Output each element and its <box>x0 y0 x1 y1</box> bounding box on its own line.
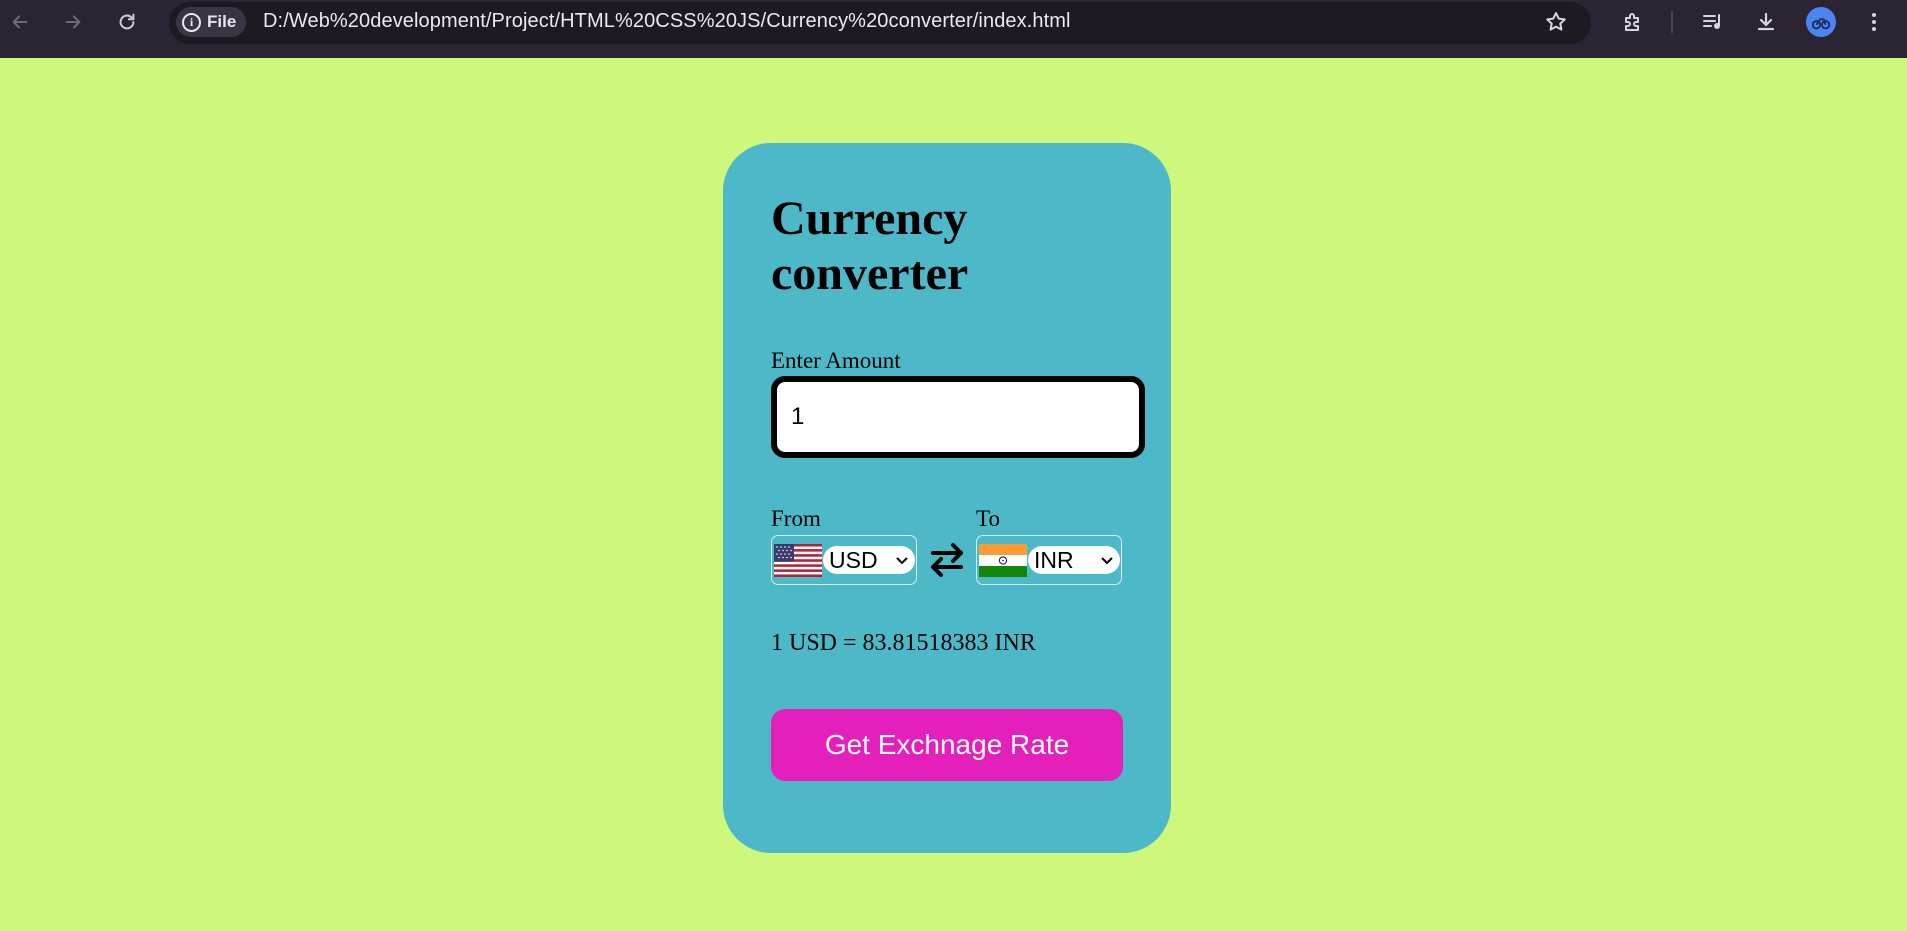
site-info-label: File <box>207 12 237 31</box>
url-text[interactable]: D:/Web%20development/Project/HTML%20CSS%… <box>263 10 1071 33</box>
exchange-rate-message: 1 USD = 83.81518383 INR <box>771 630 1036 656</box>
reload-icon[interactable] <box>111 6 143 38</box>
to-label: To <box>976 506 1000 531</box>
back-icon[interactable] <box>4 6 36 38</box>
extensions-icon[interactable] <box>1617 6 1649 38</box>
forward-icon[interactable] <box>57 6 89 38</box>
download-icon[interactable] <box>1750 6 1782 38</box>
site-info-chip[interactable]: i File <box>176 7 247 37</box>
india-flag-icon <box>979 543 1027 577</box>
from-label: From <box>771 506 821 531</box>
page-title: Currency converter <box>771 192 969 300</box>
info-icon: i <box>182 12 201 32</box>
media-queue-icon[interactable] <box>1696 6 1728 38</box>
from-currency-container: USD <box>771 535 917 585</box>
toolbar-separator <box>1671 11 1673 33</box>
browser-toolbar: i File D:/Web%20development/Project/HTML… <box>0 0 1907 58</box>
bookmark-star-icon[interactable] <box>1540 6 1572 38</box>
to-currency-value: INR <box>1034 546 1074 573</box>
profile-avatar[interactable] <box>1806 7 1836 37</box>
from-currency-value: USD <box>829 546 878 573</box>
amount-input[interactable] <box>771 376 1145 458</box>
get-exchange-rate-button[interactable]: Get Exchnage Rate <box>771 709 1123 781</box>
us-flag-icon <box>774 543 822 577</box>
chevron-down-icon <box>1101 557 1113 565</box>
from-currency-select[interactable]: USD <box>823 546 915 574</box>
converter-card: Currency converter Enter Amount From To … <box>723 143 1171 853</box>
chevron-down-icon <box>896 557 908 565</box>
to-currency-container: INR <box>976 535 1122 585</box>
swap-arrows-icon[interactable] <box>927 537 967 581</box>
to-currency-select[interactable]: INR <box>1028 546 1120 574</box>
amount-label: Enter Amount <box>771 348 901 373</box>
menu-kebab-icon[interactable] <box>1858 6 1890 38</box>
